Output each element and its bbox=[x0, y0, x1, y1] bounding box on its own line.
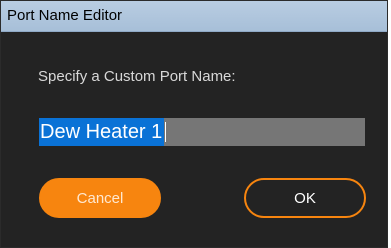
port-name-editor-dialog: Port Name Editor Specify a Custom Port N… bbox=[0, 0, 388, 248]
window-title: Port Name Editor bbox=[7, 7, 123, 24]
text-caret bbox=[165, 122, 166, 142]
port-name-selected-text[interactable]: Dew Heater 1 bbox=[39, 118, 165, 146]
dialog-body: Specify a Custom Port Name: Dew Heater 1… bbox=[1, 32, 387, 247]
title-bar[interactable]: Port Name Editor bbox=[1, 1, 387, 32]
ok-button-label: OK bbox=[294, 189, 316, 207]
port-name-input[interactable]: Dew Heater 1 bbox=[39, 118, 365, 146]
cancel-button[interactable]: Cancel bbox=[39, 178, 161, 218]
cancel-button-label: Cancel bbox=[76, 189, 124, 207]
prompt-label: Specify a Custom Port Name: bbox=[38, 68, 236, 85]
ok-button[interactable]: OK bbox=[244, 178, 366, 218]
